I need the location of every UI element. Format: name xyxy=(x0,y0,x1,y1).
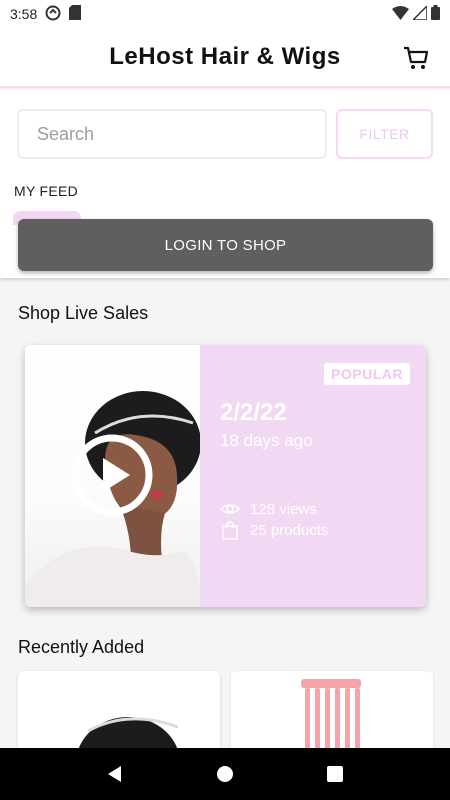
products-count: 25 products xyxy=(250,521,329,539)
back-triangle-icon xyxy=(108,766,121,782)
status-time: 3:58 xyxy=(10,6,38,22)
recents-square-icon xyxy=(327,766,343,782)
wifi-icon xyxy=(392,5,409,23)
filter-button[interactable]: FILTER xyxy=(336,109,433,159)
system-nav-bar xyxy=(0,748,450,800)
views-count: 128 views xyxy=(250,500,317,518)
status-bar: 3:58 xyxy=(0,0,450,28)
play-icon[interactable] xyxy=(70,433,154,517)
search-input[interactable] xyxy=(17,109,327,159)
eye-icon xyxy=(220,504,240,514)
live-sale-card[interactable]: POPULAR 2/2/22 18 days ago 128 views 25 … xyxy=(25,345,426,607)
home-button[interactable] xyxy=(205,754,245,794)
login-to-shop-button[interactable]: LOGIN TO SHOP xyxy=(18,219,433,271)
cart-button[interactable] xyxy=(402,44,430,72)
views-row: 128 views xyxy=(220,499,317,519)
live-sale-info: POPULAR 2/2/22 18 days ago 128 views 25 … xyxy=(200,345,426,607)
app-title: LeHost Hair & Wigs xyxy=(109,43,341,70)
app-header: LeHost Hair & Wigs xyxy=(0,28,450,88)
live-sale-date: 2/2/22 xyxy=(220,399,287,426)
live-sale-video-thumbnail[interactable] xyxy=(25,345,200,607)
popular-badge: POPULAR xyxy=(324,363,410,385)
live-sales-heading: Shop Live Sales xyxy=(18,303,149,323)
cart-icon xyxy=(404,46,429,69)
feed-tab-label[interactable]: MY FEED xyxy=(14,183,78,199)
products-row: 25 products xyxy=(220,520,328,540)
search-panel: FILTER MY FEED LOGIN TO SHOP xyxy=(0,90,450,278)
sd-card-icon xyxy=(69,5,82,23)
home-circle-icon xyxy=(217,766,233,782)
sync-icon xyxy=(45,5,61,24)
signal-icon xyxy=(411,3,428,23)
back-button[interactable] xyxy=(95,754,135,794)
live-sale-relative-time: 18 days ago xyxy=(220,431,313,450)
recently-added-heading: Recently Added xyxy=(18,637,145,657)
recents-button[interactable] xyxy=(315,754,355,794)
battery-icon xyxy=(431,5,440,23)
shopping-bag-icon xyxy=(222,521,238,540)
